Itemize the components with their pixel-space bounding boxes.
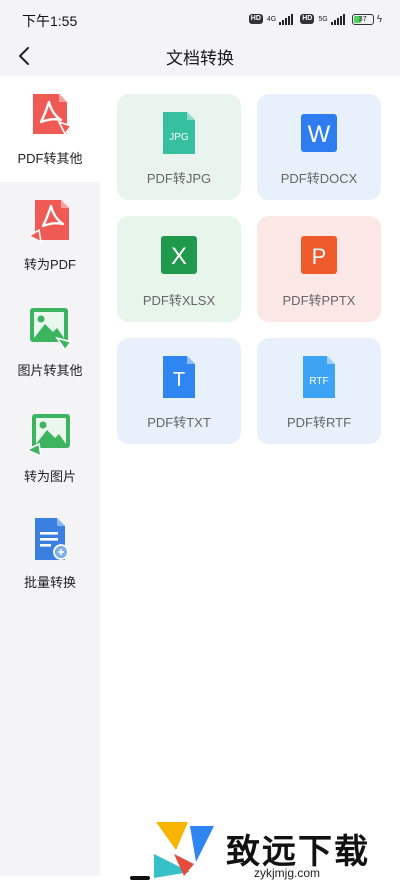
card-pdf-to-jpg[interactable]: JPG PDF转JPG — [117, 94, 241, 200]
sidebar-item-image-to-other[interactable]: 图片转其他 — [0, 288, 100, 394]
hd-badge-2: HD — [300, 14, 315, 24]
card-pdf-to-xlsx[interactable]: X PDF转XLSX — [117, 216, 241, 322]
watermark-logo-icon — [154, 822, 214, 878]
excel-icon-text: X — [171, 243, 187, 270]
txt-file-icon: T — [163, 356, 195, 398]
network-4g-label: 4G — [266, 15, 277, 23]
sidebar-item-to-pdf[interactable]: 转为PDF — [0, 182, 100, 288]
hd-badge: HD — [248, 14, 263, 24]
card-label: PDF转RTF — [286, 415, 352, 430]
status-time: 下午1:55 — [22, 13, 78, 29]
word-icon-text: W — [308, 121, 331, 148]
home-indicator — [130, 876, 150, 880]
network-5g-label: 5G — [318, 15, 328, 23]
sidebar-item-label: 转为PDF — [23, 257, 76, 272]
battery-level: 37 — [358, 15, 367, 23]
card-label: PDF转DOCX — [280, 171, 358, 186]
card-label: PDF转TXT — [147, 415, 211, 430]
rtf-file-icon: RTF — [303, 356, 335, 398]
jpg-file-icon: JPG — [163, 112, 195, 154]
pdf-import-icon — [27, 200, 69, 244]
card-label: PDF转XLSX — [142, 293, 216, 308]
card-pdf-to-txt[interactable]: T PDF转TXT — [117, 338, 241, 444]
watermark: 致远下载 zykjmjg.com — [126, 812, 396, 888]
sidebar-item-label: 批量转换 — [23, 575, 76, 590]
card-label: PDF转PPTX — [282, 293, 356, 308]
sidebar-item-label: 图片转其他 — [17, 363, 83, 378]
powerpoint-icon: P — [301, 236, 337, 274]
sidebar-item-label: 转为图片 — [23, 469, 76, 484]
word-icon: W — [301, 114, 337, 152]
card-pdf-to-pptx[interactable]: P PDF转PPTX — [257, 216, 381, 322]
signal-icon — [279, 13, 294, 25]
watermark-url: zykjmjg.com — [254, 866, 321, 880]
card-label: PDF转JPG — [146, 171, 212, 186]
image-export-icon — [30, 308, 73, 352]
sidebar-item-to-image[interactable]: 转为图片 — [0, 394, 100, 500]
txt-icon-text: T — [173, 369, 185, 391]
ppt-icon-text: P — [312, 244, 327, 269]
sidebar-item-label: PDF转其他 — [17, 151, 83, 166]
sidebar-item-batch-convert[interactable]: 批量转换 — [0, 500, 100, 606]
category-sidebar: PDF转其他 转为PDF 图片转其他 转为图片 批量转换 — [0, 76, 100, 876]
page-title: 文档转换 — [166, 49, 234, 68]
jpg-icon-text: JPG — [169, 132, 189, 143]
charging-icon: ϟ — [376, 13, 382, 25]
pdf-export-icon — [33, 94, 73, 136]
top-app-bar: 文档转换 — [0, 38, 400, 76]
status-icons: HD 4G HD 5G 37 ϟ — [248, 12, 382, 26]
batch-document-icon — [35, 518, 69, 560]
battery-icon: 37 — [351, 13, 374, 25]
status-bar: 下午1:55 HD 4G HD 5G 37 ϟ — [0, 0, 400, 38]
excel-icon: X — [161, 236, 197, 274]
sidebar-item-pdf-to-other[interactable]: PDF转其他 — [0, 76, 100, 182]
image-import-icon — [25, 414, 70, 458]
signal-icon-2 — [330, 13, 345, 25]
rtf-icon-text: RTF — [309, 376, 328, 387]
card-pdf-to-docx[interactable]: W PDF转DOCX — [257, 94, 381, 200]
card-pdf-to-rtf[interactable]: RTF PDF转RTF — [257, 338, 381, 444]
